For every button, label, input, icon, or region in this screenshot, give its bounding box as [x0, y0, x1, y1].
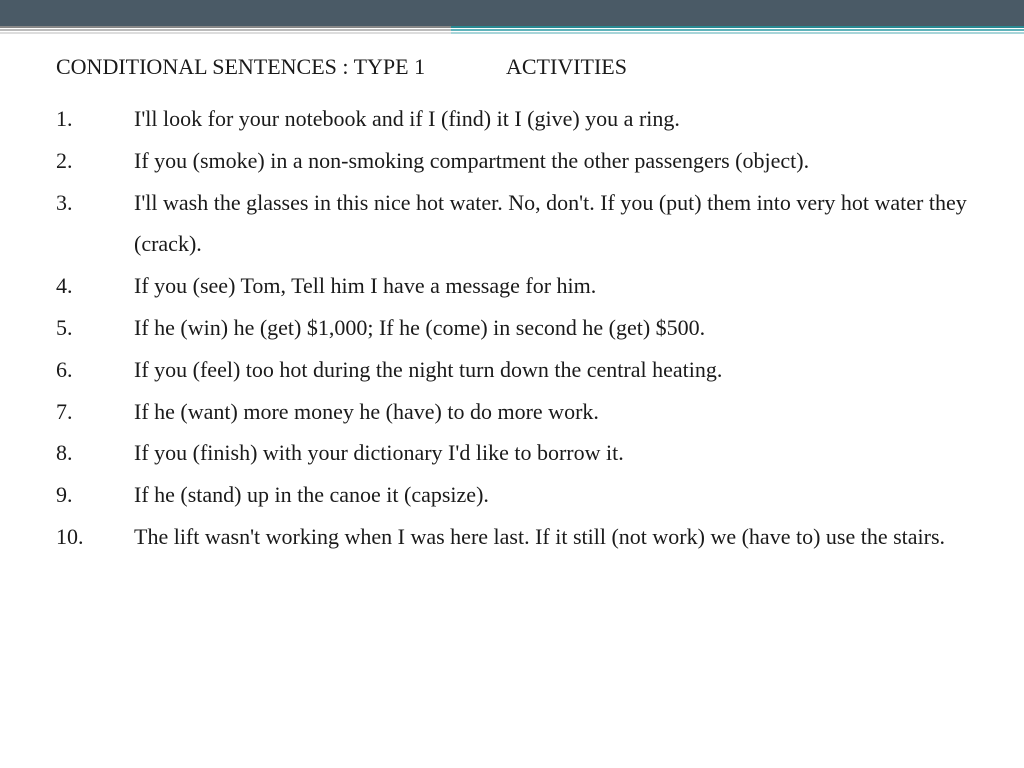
slide-top-bar: [0, 0, 1024, 26]
item-text: If you (smoke) in a non-smoking compartm…: [134, 140, 976, 182]
list-item: 4.If you (see) Tom, Tell him I have a me…: [56, 265, 976, 307]
item-number: 4.: [56, 265, 134, 307]
accent-divider: [0, 26, 1024, 36]
list-item: 8.If you (finish) with your dictionary I…: [56, 432, 976, 474]
item-number: 2.: [56, 140, 134, 182]
item-number: 3.: [56, 182, 134, 224]
list-item: 5.If he (win) he (get) $1,000; If he (co…: [56, 307, 976, 349]
item-text: If you (see) Tom, Tell him I have a mess…: [134, 265, 976, 307]
list-item: 3.I'll wash the glasses in this nice hot…: [56, 182, 976, 266]
item-number: 9.: [56, 474, 134, 516]
heading-right: ACTIVITIES: [506, 54, 976, 80]
item-number: 7.: [56, 391, 134, 433]
item-text: I'll look for your notebook and if I (fi…: [134, 98, 976, 140]
items-list: 1.I'll look for your notebook and if I (…: [56, 98, 976, 558]
heading-row: CONDITIONAL SENTENCES : TYPE 1 ACTIVITIE…: [56, 54, 976, 80]
item-text: The lift wasn't working when I was here …: [134, 516, 976, 558]
list-item: 1.I'll look for your notebook and if I (…: [56, 98, 976, 140]
item-number: 10.: [56, 516, 134, 558]
item-text: If he (win) he (get) $1,000; If he (come…: [134, 307, 976, 349]
slide-content: CONDITIONAL SENTENCES : TYPE 1 ACTIVITIE…: [0, 54, 1024, 558]
list-item: 7.If he (want) more money he (have) to d…: [56, 391, 976, 433]
item-text: If you (finish) with your dictionary I'd…: [134, 432, 976, 474]
item-number: 1.: [56, 98, 134, 140]
item-text: I'll wash the glasses in this nice hot w…: [134, 182, 976, 266]
heading-left: CONDITIONAL SENTENCES : TYPE 1: [56, 54, 506, 80]
list-item: 2.If you (smoke) in a non-smoking compar…: [56, 140, 976, 182]
list-item: 6.If you (feel) too hot during the night…: [56, 349, 976, 391]
list-item: 10.The lift wasn't working when I was he…: [56, 516, 976, 558]
item-text: If he (want) more money he (have) to do …: [134, 391, 976, 433]
item-number: 5.: [56, 307, 134, 349]
item-number: 6.: [56, 349, 134, 391]
item-text: If he (stand) up in the canoe it (capsiz…: [134, 474, 976, 516]
item-number: 8.: [56, 432, 134, 474]
item-text: If you (feel) too hot during the night t…: [134, 349, 976, 391]
list-item: 9.If he (stand) up in the canoe it (caps…: [56, 474, 976, 516]
